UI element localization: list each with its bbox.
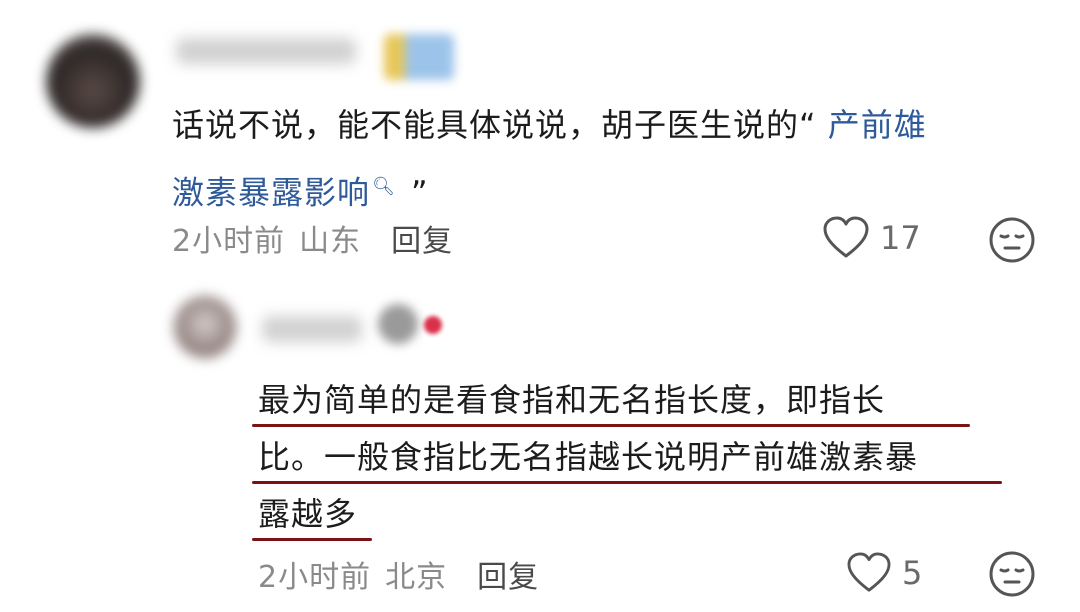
username[interactable]: [262, 316, 362, 342]
text-underline: [252, 538, 372, 541]
user-badge-dot: [424, 316, 442, 334]
like-button[interactable]: 5: [846, 552, 922, 594]
comment-meta: 2小时前 山东 回复: [172, 216, 453, 260]
neutral-face-icon[interactable]: [988, 550, 1036, 602]
comment-text-part: 话说不说，能不能具体说说，胡子医生说的“: [172, 106, 817, 144]
user-badge: [378, 304, 418, 344]
comment-text: 话说不说，能不能具体说说，胡子医生说的“ 产前雄激素暴露影响 🔍︎ ”: [172, 94, 1052, 224]
comment-meta: 2小时前 北京 回复: [258, 552, 539, 596]
heart-outline-icon: [847, 552, 891, 592]
like-count: 17: [880, 219, 921, 257]
timestamp: 2小时前: [258, 560, 372, 595]
neutral-face-icon[interactable]: [988, 216, 1036, 268]
avatar[interactable]: [46, 34, 140, 128]
location: 北京: [385, 560, 448, 595]
reply-text-line: 露越多: [258, 495, 358, 533]
like-count: 5: [902, 554, 923, 592]
username[interactable]: [176, 38, 356, 64]
reply-button[interactable]: 回复: [391, 216, 453, 260]
reply-button[interactable]: 回复: [477, 552, 539, 596]
search-icon[interactable]: 🔍︎: [372, 176, 396, 197]
search-link[interactable]: 产前雄: [817, 106, 927, 144]
reply-text-line: 最为简单的是看食指和无名指长度，即指长: [258, 381, 886, 419]
timestamp: 2小时前: [172, 224, 286, 259]
heart-outline-icon: [823, 216, 869, 258]
comment-text-part: ”: [399, 173, 429, 212]
reply-text-line: 比。一般食指比无名指越长说明产前雄激素暴: [258, 438, 919, 476]
search-link[interactable]: 激素暴露影响: [172, 174, 370, 212]
user-badge: [384, 34, 454, 80]
reply-text: 最为简单的是看食指和无名指长度，即指长 比。一般食指比无名指越长说明产前雄激素暴…: [258, 372, 1038, 543]
location: 山东: [299, 224, 362, 259]
like-button[interactable]: 17: [822, 216, 921, 260]
avatar[interactable]: [174, 296, 236, 358]
text-underline: [252, 481, 1002, 484]
text-underline: [252, 424, 970, 427]
